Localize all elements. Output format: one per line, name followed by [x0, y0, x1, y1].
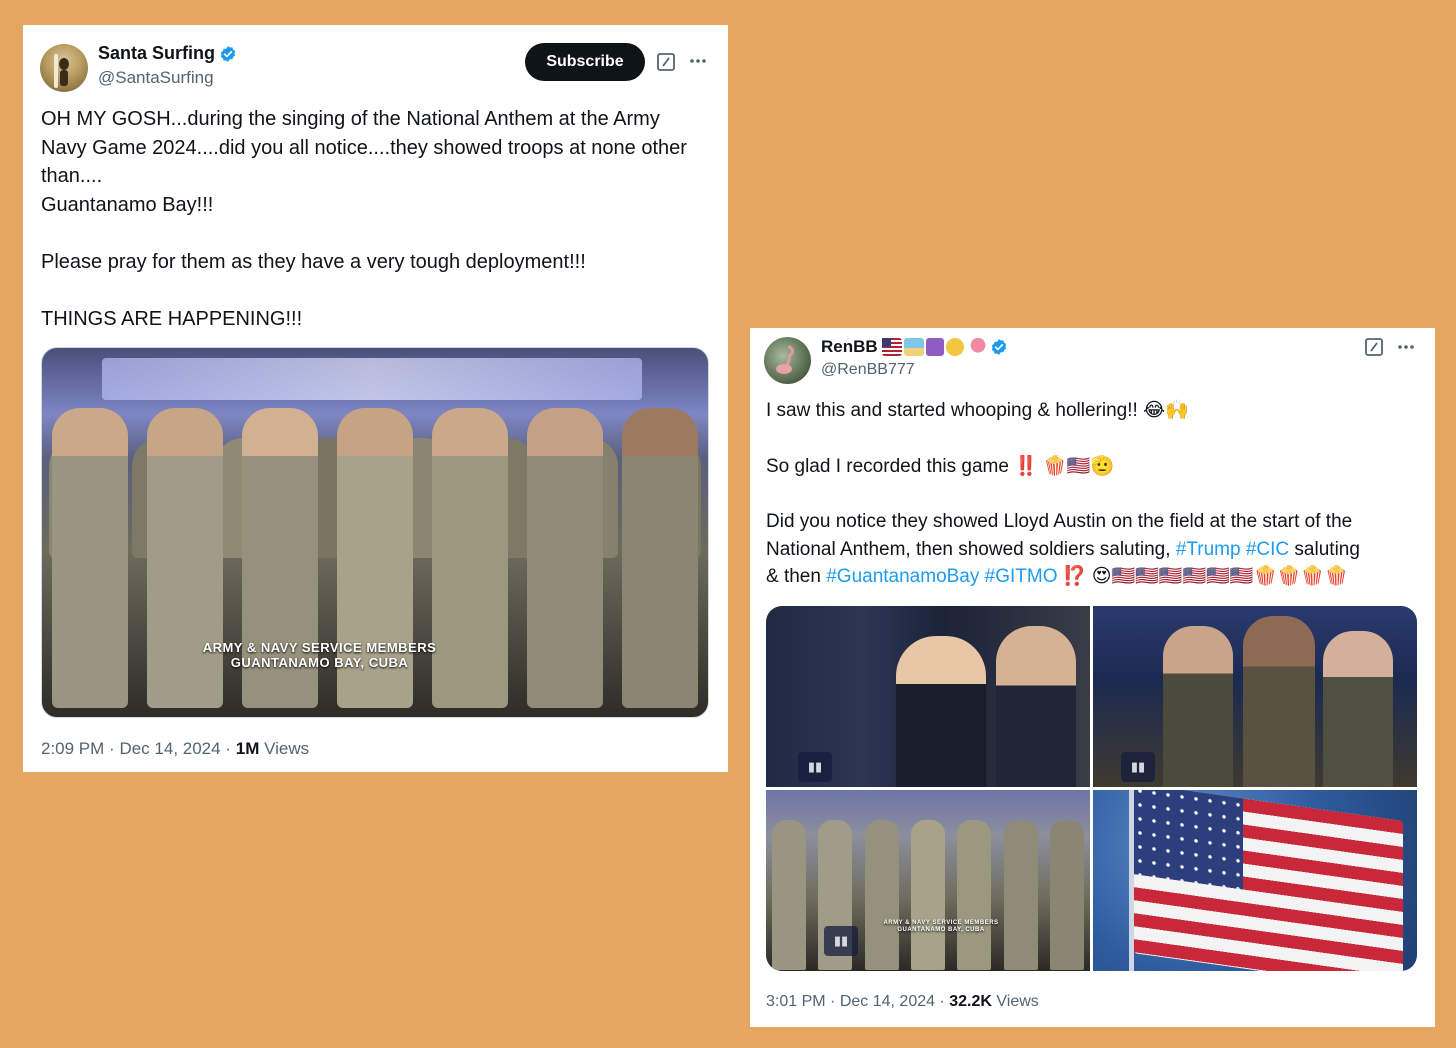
- tweet-card-renbb: RenBB @RenBB777 I saw this and started w…: [750, 328, 1435, 1027]
- tweet-card-santa-surfing: Santa Surfing @SantaSurfing Subscribe OH…: [23, 25, 728, 772]
- tweet-line: So glad I recorded this game ‼️ 🍿🇺🇸🫡: [766, 455, 1115, 477]
- tweet-photo[interactable]: ARMY & NAVY SERVICE MEMBERS GUANTANAMO B…: [41, 347, 709, 718]
- verified-badge-icon: [991, 339, 1006, 355]
- caption-line-2: GUANTANAMO BAY, CUBA: [230, 655, 409, 670]
- flamingo-icon: [965, 338, 986, 356]
- island-icon: [903, 338, 924, 356]
- views-label: Views: [264, 739, 310, 758]
- play-icon[interactable]: ▮▮: [1121, 752, 1155, 782]
- text-segment: National Anthem, then showed soldiers sa…: [766, 538, 1176, 560]
- more-icon[interactable]: [1395, 336, 1417, 358]
- tweet-line: Did you notice they showed Lloyd Austin …: [766, 511, 1353, 532]
- avatar[interactable]: [40, 44, 88, 92]
- handle[interactable]: @RenBB777: [821, 361, 915, 379]
- sunglasses-face-icon: [945, 338, 964, 356]
- flamingo-photo-icon: [776, 345, 794, 374]
- cross-icon: [925, 338, 944, 356]
- display-name[interactable]: RenBB: [821, 337, 878, 357]
- us-flag-icon: [881, 338, 902, 356]
- hashtag-link[interactable]: #GuantanamoBay: [826, 566, 979, 587]
- tweet-line: National Anthem, then showed soldiers sa…: [766, 536, 1360, 564]
- tweet-photo-grid: ▮▮ ▮▮ ARMY & NAVY SERVICE MEMBERS GUANTA…: [766, 606, 1417, 971]
- figure-2: [996, 626, 1076, 787]
- tweet-body: OH MY GOSH...during the singing of the N…: [41, 105, 687, 333]
- grid-photo-flag[interactable]: [1093, 790, 1417, 971]
- views-count: 1M: [235, 739, 260, 758]
- grid-photo-officials[interactable]: ▮▮: [1093, 606, 1417, 787]
- grok-icon[interactable]: [655, 51, 677, 73]
- tweet-line: than....: [41, 165, 103, 187]
- text-segment: saluting: [1289, 538, 1360, 560]
- caption-line-2: GUANTANAMO BAY, CUBA: [897, 927, 985, 933]
- ceiling-light: [102, 358, 642, 400]
- subscribe-button[interactable]: Subscribe: [525, 43, 645, 81]
- broadcast-caption: ARMY & NAVY SERVICE MEMBERS GUANTANAMO B…: [876, 920, 1006, 934]
- play-icon[interactable]: ▮▮: [824, 926, 858, 956]
- grid-photo-salute[interactable]: ▮▮: [766, 606, 1090, 787]
- verified-badge-icon: [220, 45, 236, 62]
- name-emoji-row: [881, 338, 986, 356]
- tweet-line: Please pray for them as they have a very…: [41, 250, 586, 273]
- tweet-line: OH MY GOSH...during the singing of the N…: [41, 108, 660, 130]
- tweet-line: THINGS ARE HAPPENING!!!: [41, 307, 303, 330]
- separator: ·: [225, 739, 231, 758]
- handle[interactable]: @SantaSurfing: [98, 68, 214, 88]
- timestamp-time[interactable]: 2:09 PM: [41, 739, 104, 758]
- tweet-meta: 2:09 PM · Dec 14, 2024 · 1M Views: [41, 739, 309, 759]
- tweet-body: I saw this and started whooping & holler…: [766, 397, 1360, 591]
- hashtag-link[interactable]: #CIC: [1246, 539, 1289, 560]
- text-segment: & then: [766, 566, 827, 587]
- tweet-line: I saw this and started whooping & holler…: [766, 400, 1189, 421]
- timestamp-date[interactable]: Dec 14, 2024: [119, 739, 220, 758]
- timestamp-date[interactable]: Dec 14, 2024: [840, 993, 935, 1010]
- tweet-line: & then #GuantanamoBay #GITMO ⁉️ 😍🇺🇸🇺🇸🇺🇸🇺…: [766, 563, 1360, 591]
- play-icon[interactable]: ▮▮: [798, 752, 832, 782]
- views-count: 32.2K: [949, 993, 992, 1010]
- more-icon[interactable]: [687, 50, 709, 72]
- flag-canton: [1133, 790, 1243, 890]
- grid-photo-troops[interactable]: ARMY & NAVY SERVICE MEMBERS GUANTANAMO B…: [766, 790, 1090, 971]
- figure-1: [1163, 626, 1233, 787]
- figure-2: [1243, 616, 1315, 787]
- tweet-line: Navy Game 2024....did you all notice....…: [41, 136, 687, 159]
- tweet-meta: 3:01 PM · Dec 14, 2024 · 32.2K Views: [766, 993, 1039, 1011]
- tweet-line: Guantanamo Bay!!!: [41, 193, 214, 216]
- separator: ·: [939, 993, 945, 1010]
- author-name-row: RenBB: [821, 337, 1008, 357]
- grok-icon[interactable]: [1363, 336, 1385, 358]
- caption-line-1: ARMY & NAVY SERVICE MEMBERS: [883, 920, 999, 926]
- flag-pole: [1129, 790, 1134, 971]
- avatar[interactable]: [764, 337, 811, 384]
- views-label: Views: [996, 993, 1039, 1010]
- hashtag-link[interactable]: #Trump: [1176, 539, 1241, 560]
- broadcast-caption: ARMY & NAVY SERVICE MEMBERS GUANTANAMO B…: [192, 640, 447, 670]
- figure-1: [896, 636, 986, 787]
- author-name-row: Santa Surfing: [98, 43, 237, 64]
- caption-line-1: ARMY & NAVY SERVICE MEMBERS: [202, 640, 437, 655]
- hashtag-link[interactable]: #GITMO: [985, 566, 1058, 587]
- text-segment: ⁉️ 😍🇺🇸🇺🇸🇺🇸🇺🇸🇺🇸🇺🇸🍿🍿🍿🍿: [1057, 566, 1349, 587]
- soldier-row: [766, 820, 1090, 970]
- separator: ·: [109, 739, 115, 758]
- separator: ·: [830, 993, 836, 1010]
- figure-3: [1323, 631, 1393, 787]
- display-name[interactable]: Santa Surfing: [98, 43, 215, 64]
- us-flag: [1133, 790, 1403, 971]
- timestamp-time[interactable]: 3:01 PM: [766, 993, 826, 1010]
- surfer-silhouette-icon: [54, 54, 69, 88]
